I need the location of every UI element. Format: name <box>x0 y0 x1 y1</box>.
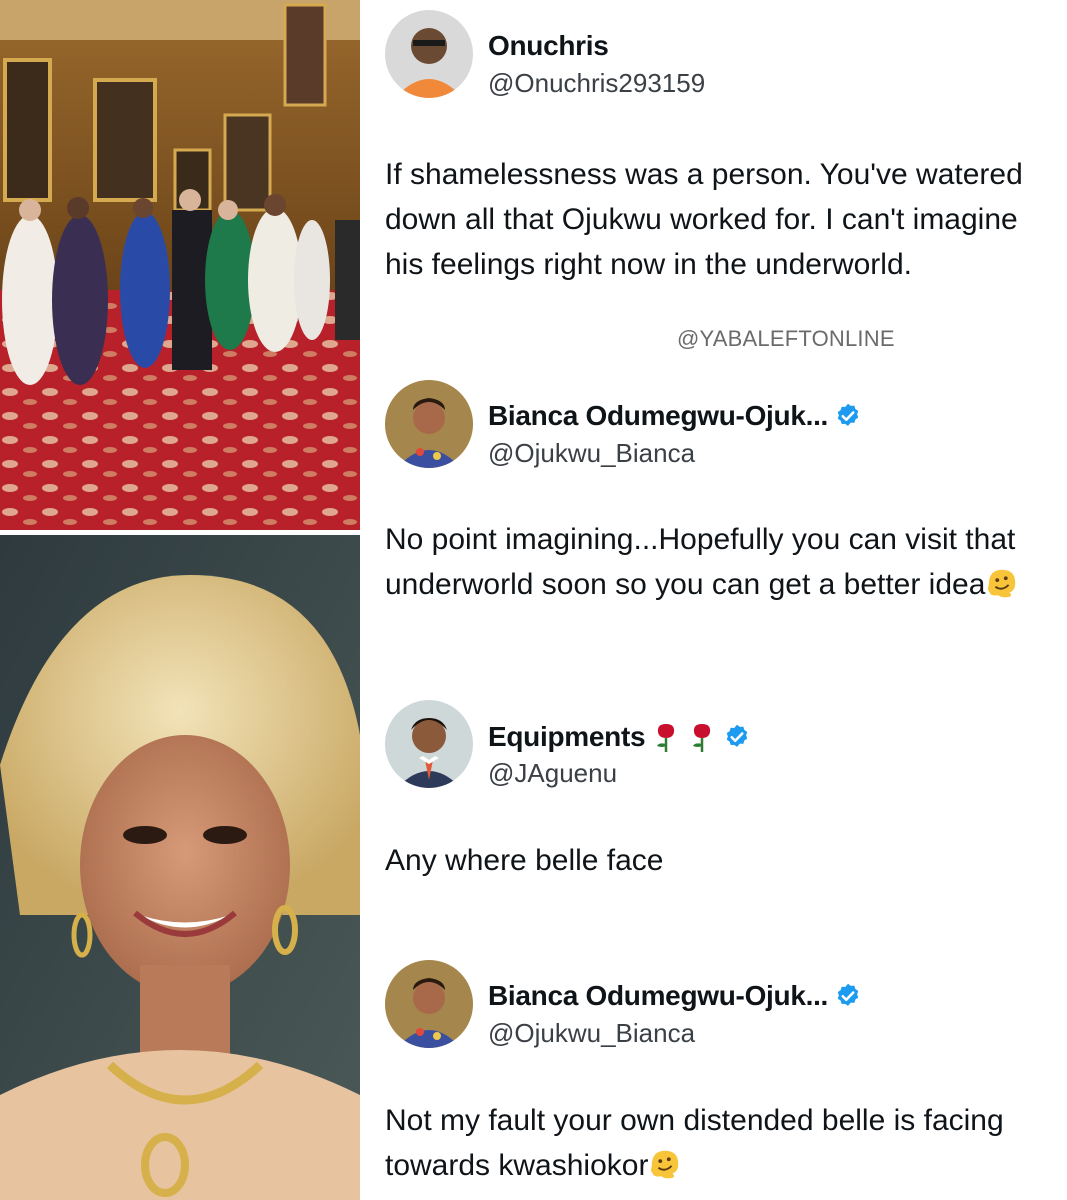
portrait-photo <box>0 535 360 1200</box>
display-name[interactable]: Bianca Odumegwu-Ojuk... <box>488 400 862 432</box>
tweet-text: Any where belle face <box>385 844 664 877</box>
avatar[interactable] <box>385 700 473 788</box>
user-handle[interactable]: @Ojukwu_Bianca <box>488 438 695 469</box>
user-handle[interactable]: @Ojukwu_Bianca <box>488 1018 695 1049</box>
verified-badge-icon <box>837 983 859 1006</box>
tweet: Equipments @JAguenu Any where belle face <box>385 700 1045 883</box>
verified-badge-icon <box>837 403 859 426</box>
rose-emoji-icon <box>693 724 711 752</box>
display-name[interactable]: Bianca Odumegwu-Ojuk... <box>488 980 862 1012</box>
tweet-text: If shamelessness was a person. You've wa… <box>385 158 1023 281</box>
avatar[interactable] <box>385 960 473 1048</box>
user-handle[interactable]: @Onuchris293159 <box>488 68 705 99</box>
display-name[interactable]: Equipments <box>488 720 751 754</box>
tweet: Bianca Odumegwu-Ojuk... @Ojukwu_Bianca N… <box>385 960 1045 1188</box>
state-banquet-photo <box>0 0 360 530</box>
tweet-text: No point imagining...Hopefully you can v… <box>385 517 1045 607</box>
melting-face-emoji-icon <box>651 1150 679 1179</box>
tweet: Onuchris @Onuchris293159 If shamelessnes… <box>385 10 1045 287</box>
verified-badge-icon <box>726 724 748 747</box>
display-name[interactable]: Onuchris <box>488 30 609 62</box>
melting-face-emoji-icon <box>988 569 1016 598</box>
avatar[interactable] <box>385 10 473 98</box>
rose-emoji-icon <box>657 724 675 752</box>
user-handle[interactable]: @JAguenu <box>488 758 617 789</box>
avatar[interactable] <box>385 380 473 468</box>
tweet-text: Not my fault your own distended belle is… <box>385 1104 1004 1182</box>
watermark: @YABALEFTONLINE <box>677 326 895 351</box>
tweet: Bianca Odumegwu-Ojuk... @Ojukwu_Bianca N… <box>385 380 1045 607</box>
